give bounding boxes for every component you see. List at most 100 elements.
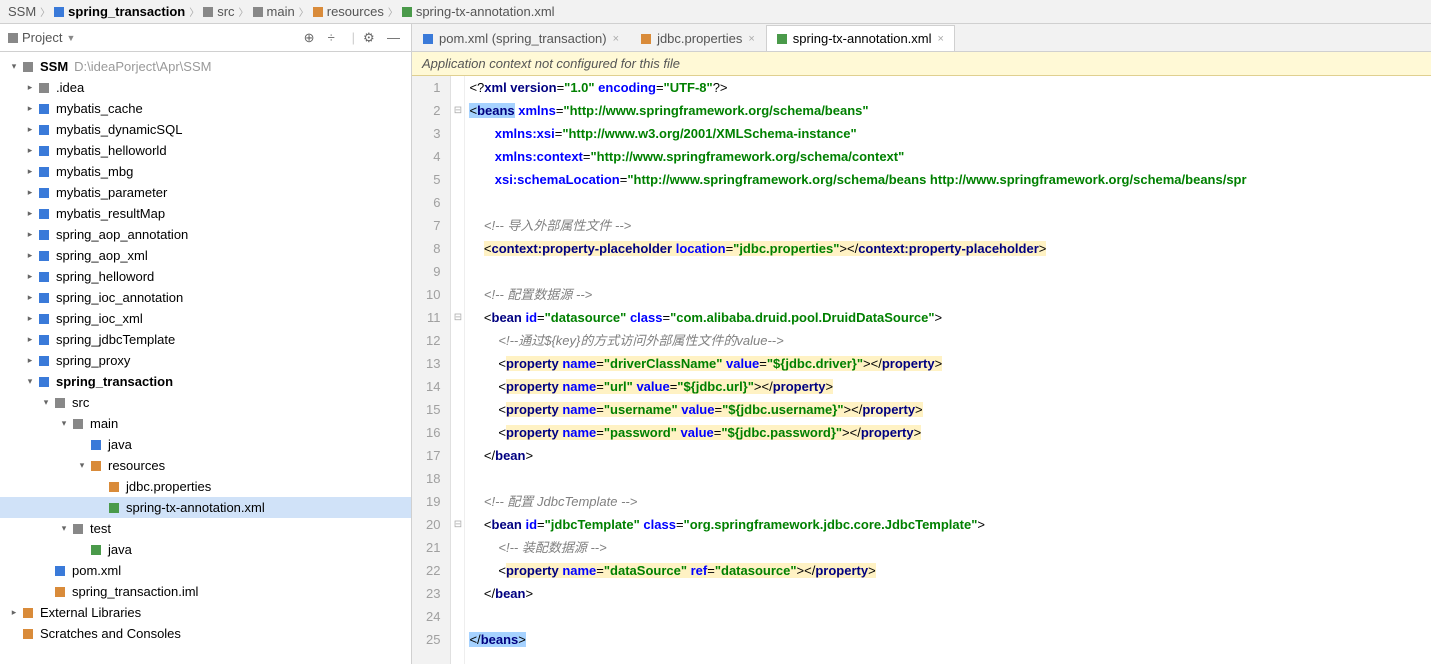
tree-row-spring_transaction[interactable]: ▾spring_transaction [0, 371, 411, 392]
editor-tab[interactable]: pom.xml (spring_transaction)× [412, 25, 630, 51]
scratches[interactable]: Scratches and Consoles [0, 623, 411, 644]
hide-icon[interactable]: — [387, 30, 403, 46]
code-line[interactable]: <!-- 导入外部属性文件 --> [469, 214, 1431, 237]
tree-row-spring-tx-annotation-xml[interactable]: spring-tx-annotation.xml [0, 497, 411, 518]
breadcrumb-item[interactable]: src [217, 4, 234, 19]
gear-icon[interactable]: ⚙ [363, 30, 379, 46]
tree-row-spring_ioc_annotation[interactable]: ▸spring_ioc_annotation [0, 287, 411, 308]
editor-tab[interactable]: spring-tx-annotation.xml× [766, 25, 955, 51]
expand-arrow-icon[interactable]: ▸ [24, 292, 36, 303]
tree-row-java[interactable]: java [0, 434, 411, 455]
external-libraries[interactable]: ▸ External Libraries [0, 602, 411, 623]
expand-arrow-icon[interactable]: ▸ [8, 607, 20, 618]
breadcrumb-item[interactable]: SSM [8, 4, 36, 19]
tree-row-spring_jdbcTemplate[interactable]: ▸spring_jdbcTemplate [0, 329, 411, 350]
locate-icon[interactable]: ⊕ [304, 30, 320, 46]
code-line[interactable]: xmlns:context="http://www.springframewor… [469, 145, 1431, 168]
code-line[interactable] [469, 467, 1431, 490]
tree-row-spring_transaction-iml[interactable]: spring_transaction.iml [0, 581, 411, 602]
tree-row-spring_aop_xml[interactable]: ▸spring_aop_xml [0, 245, 411, 266]
collapse-icon[interactable]: ÷ [328, 30, 344, 46]
close-icon[interactable]: × [613, 33, 619, 45]
tree-row-src[interactable]: ▾src [0, 392, 411, 413]
code-line[interactable] [469, 260, 1431, 283]
code-line[interactable]: xmlns:xsi="http://www.w3.org/2001/XMLSch… [469, 122, 1431, 145]
code-line[interactable]: <property name="username" value="${jdbc.… [469, 398, 1431, 421]
expand-arrow-icon[interactable]: ▾ [8, 61, 20, 72]
tree-row-mybatis_mbg[interactable]: ▸ mybatis_mbg [0, 161, 411, 182]
code-line[interactable]: </beans> [469, 628, 1431, 651]
expand-arrow-icon[interactable]: ▸ [24, 250, 36, 261]
expand-arrow-icon[interactable]: ▸ [24, 229, 36, 240]
code-editor[interactable]: 1234567891011121314151617181920212223242… [412, 76, 1431, 664]
project-tree[interactable]: ▾ SSM D:\ideaPorject\Apr\SSM ▸.idea▸myba… [0, 52, 411, 664]
code-line[interactable]: </bean> [469, 444, 1431, 467]
expand-arrow-icon[interactable]: ▾ [58, 523, 70, 534]
expand-arrow-icon[interactable]: ▾ [40, 397, 52, 408]
breadcrumb-item[interactable]: resources [327, 4, 384, 19]
tree-row-pom-xml[interactable]: pom.xml [0, 560, 411, 581]
context-warning-bar[interactable]: Application context not configured for t… [412, 52, 1431, 76]
tree-row-jdbc-properties[interactable]: jdbc.properties [0, 476, 411, 497]
expand-arrow-icon[interactable]: ▸ [24, 313, 36, 324]
tree-row-mybatis_parameter[interactable]: ▸mybatis_parameter [0, 182, 411, 203]
expand-arrow-icon[interactable]: ▸ [24, 145, 36, 156]
expand-arrow-icon[interactable]: ▸ [24, 271, 36, 282]
tree-row--idea[interactable]: ▸.idea [0, 77, 411, 98]
editor-tab[interactable]: jdbc.properties× [630, 25, 766, 51]
breadcrumb-item[interactable]: spring_transaction [68, 4, 185, 19]
code-line[interactable]: </bean> [469, 582, 1431, 605]
code-line[interactable]: <property name="driverClassName" value="… [469, 352, 1431, 375]
mod-icon [39, 188, 49, 198]
code-line[interactable]: <!--通过${key}的方式访问外部属性文件的value--> [469, 329, 1431, 352]
tree-row-mybatis_helloworld[interactable]: ▸mybatis_helloworld [0, 140, 411, 161]
breadcrumb-item[interactable]: spring-tx-annotation.xml [416, 4, 555, 19]
expand-arrow-icon[interactable]: ▸ [24, 124, 36, 135]
code-line[interactable]: xsi:schemaLocation="http://www.springfra… [469, 168, 1431, 191]
expand-arrow-icon[interactable]: ▸ [24, 187, 36, 198]
code-line[interactable]: <property name="url" value="${jdbc.url}"… [469, 375, 1431, 398]
tree-row-mybatis_dynamicSQL[interactable]: ▸mybatis_dynamicSQL [0, 119, 411, 140]
tree-label: mybatis_mbg [56, 164, 133, 179]
code-line[interactable]: <beans xmlns="http://www.springframework… [469, 99, 1431, 122]
breadcrumb[interactable]: SSM 〉 spring_transaction 〉 src 〉 main 〉 … [0, 0, 1431, 24]
tree-row-spring_helloword[interactable]: ▸spring_helloword [0, 266, 411, 287]
tree-row-test[interactable]: ▾test [0, 518, 411, 539]
code-line[interactable]: <!-- 配置数据源 --> [469, 283, 1431, 306]
tree-row-spring_proxy[interactable]: ▸spring_proxy [0, 350, 411, 371]
code-line[interactable]: <?xml version="1.0" encoding="UTF-8"?> [469, 76, 1431, 99]
code-line[interactable]: <bean id="datasource" class="com.alibaba… [469, 306, 1431, 329]
tree-row-mybatis_resultMap[interactable]: ▸mybatis_resultMap [0, 203, 411, 224]
tree-label: pom.xml [72, 563, 121, 578]
project-view-selector[interactable]: Project ▼ [8, 30, 75, 45]
tree-row-java[interactable]: java [0, 539, 411, 560]
code-line[interactable] [469, 191, 1431, 214]
tree-row-main[interactable]: ▾main [0, 413, 411, 434]
expand-arrow-icon[interactable]: ▸ [24, 103, 36, 114]
code-line[interactable]: <!-- 配置 JdbcTemplate --> [469, 490, 1431, 513]
expand-arrow-icon[interactable]: ▸ [24, 166, 36, 177]
expand-arrow-icon[interactable]: ▸ [24, 82, 36, 93]
expand-arrow-icon[interactable]: ▾ [76, 460, 88, 471]
project-tool-window: Project ▼ ⊕ ÷ | ⚙ — ▾ SSM D:\ideaPorject… [0, 24, 412, 664]
code-line[interactable]: <bean id="jdbcTemplate" class="org.sprin… [469, 513, 1431, 536]
code-line[interactable] [469, 605, 1431, 628]
tree-row-mybatis_cache[interactable]: ▸mybatis_cache [0, 98, 411, 119]
expand-arrow-icon[interactable]: ▸ [24, 355, 36, 366]
code-line[interactable]: <!-- 装配数据源 --> [469, 536, 1431, 559]
close-icon[interactable]: × [938, 33, 944, 45]
fold-column[interactable]: ⊟⊟⊟ [451, 76, 465, 664]
tree-row-spring_aop_annotation[interactable]: ▸spring_aop_annotation [0, 224, 411, 245]
expand-arrow-icon[interactable]: ▸ [24, 208, 36, 219]
tree-row-spring_ioc_xml[interactable]: ▸spring_ioc_xml [0, 308, 411, 329]
tree-row-resources[interactable]: ▾resources [0, 455, 411, 476]
expand-arrow-icon[interactable]: ▸ [24, 334, 36, 345]
expand-arrow-icon[interactable]: ▾ [24, 376, 36, 387]
tree-root[interactable]: ▾ SSM D:\ideaPorject\Apr\SSM [0, 56, 411, 77]
close-icon[interactable]: × [748, 33, 754, 45]
code-line[interactable]: <property name="password" value="${jdbc.… [469, 421, 1431, 444]
expand-arrow-icon[interactable]: ▾ [58, 418, 70, 429]
breadcrumb-item[interactable]: main [267, 4, 295, 19]
code-line[interactable]: <property name="dataSource" ref="datasou… [469, 559, 1431, 582]
code-line[interactable]: <context:property-placeholder location="… [469, 237, 1431, 260]
